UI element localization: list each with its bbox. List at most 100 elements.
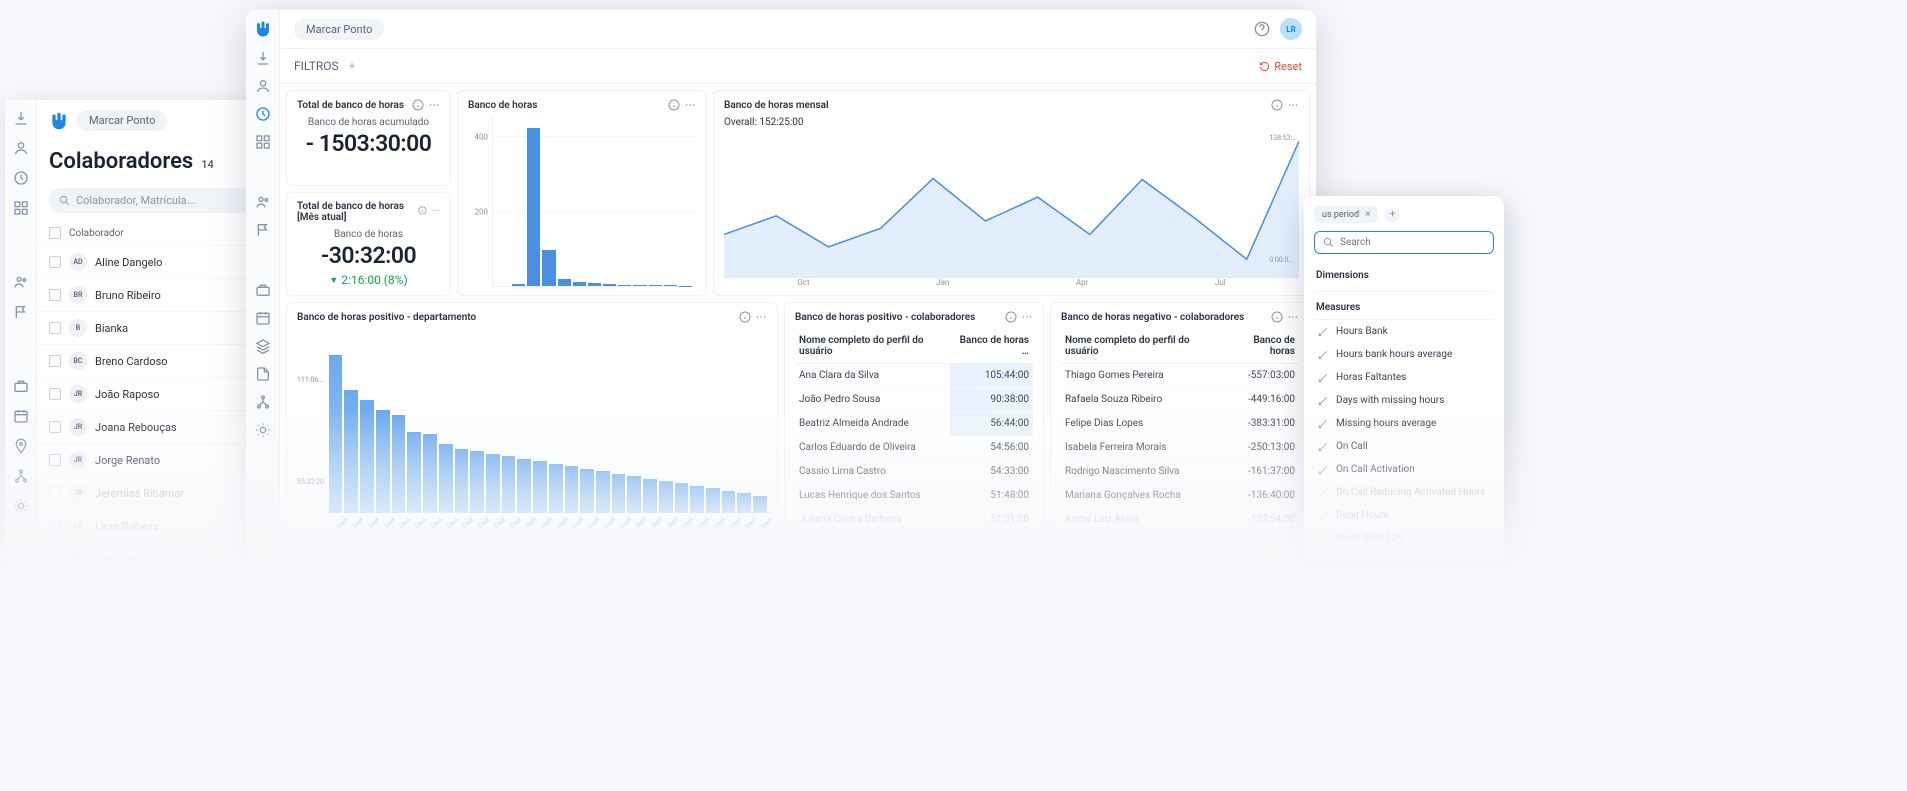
menu-item[interactable]: Horas Faltantes (1314, 366, 1494, 389)
search-input[interactable]: Colaborador, Matrícula... (49, 188, 253, 213)
menu-item[interactable]: On Call Reducing Activated Hours (1314, 481, 1494, 504)
info-icon[interactable] (418, 206, 427, 218)
table-row[interactable]: Ana Clara da Silva105:44:00 (795, 364, 1033, 388)
table-row[interactable]: Isabela Ferreira Morais-250:13:00 (1061, 436, 1299, 460)
user-icon[interactable] (13, 140, 29, 156)
table-row[interactable]: Beatriz Almeida Andrade56:44:00 (795, 412, 1033, 436)
table-row[interactable]: BBianka (37, 311, 265, 344)
calendar-icon[interactable] (255, 310, 271, 326)
table-row[interactable]: BCBreno Cardoso (37, 344, 265, 377)
menu-item[interactable]: Hours Bank (1314, 320, 1494, 343)
table-row[interactable]: Cassio Lima Castro54:33:00 (795, 460, 1033, 484)
table-row[interactable]: Mariana Gonçalves Rocha-136:40:00 (1061, 484, 1299, 508)
add-button[interactable]: + (1384, 207, 1400, 223)
front-sidebar (246, 10, 280, 570)
close-icon[interactable]: × (1365, 209, 1370, 220)
briefcase-icon[interactable] (255, 282, 271, 298)
row-checkbox[interactable] (49, 487, 61, 499)
more-icon[interactable] (1021, 311, 1033, 323)
info-icon[interactable] (1271, 311, 1283, 323)
table-row[interactable]: Carlos Eduardo de Oliveira54:56:00 (795, 436, 1033, 460)
chart-bar (753, 496, 767, 513)
table-row[interactable]: Mateus Araújo Correia48:23:00 (795, 532, 1033, 534)
header-checkbox[interactable] (49, 227, 61, 239)
org-icon[interactable] (255, 394, 271, 410)
table-row[interactable]: Lívia Mendes Duarte-101:47:00 (1061, 532, 1299, 534)
info-icon[interactable] (1005, 311, 1017, 323)
add-filter-icon[interactable] (347, 61, 357, 71)
table-row[interactable]: LSLuis Souza (37, 542, 265, 575)
info-icon[interactable] (1271, 99, 1283, 111)
row-checkbox[interactable] (49, 322, 61, 334)
menu-item[interactable]: On Call (1314, 435, 1494, 458)
row-checkbox[interactable] (49, 256, 61, 268)
table-row[interactable]: LRLiran Rubens (37, 509, 265, 542)
file-icon[interactable] (255, 366, 271, 382)
dropdown-search-input[interactable] (1314, 231, 1494, 254)
table-row[interactable]: JRJoana Rebouças (37, 410, 265, 443)
table-row[interactable]: Lucas Henrique dos Santos51:48:00 (795, 484, 1033, 508)
table-row[interactable]: JRJeremias Ribamar (37, 476, 265, 509)
table-row[interactable]: André Luiz Alves-102:54:00 (1061, 508, 1299, 532)
more-icon[interactable] (431, 206, 440, 218)
info-icon[interactable] (739, 311, 751, 323)
table-row[interactable]: Rafaela Souza Ribeiro-449:16:00 (1061, 388, 1299, 412)
table-row[interactable]: Felipe Dias Lopes-383:31:00 (1061, 412, 1299, 436)
menu-item[interactable]: Hours bank hours average (1314, 343, 1494, 366)
more-icon[interactable] (755, 311, 767, 323)
sun-icon[interactable] (255, 422, 271, 438)
sun-icon[interactable] (13, 498, 29, 514)
table-row[interactable]: Rodrigo Nascimento Silva-161:37:00 (1061, 460, 1299, 484)
row-checkbox[interactable] (49, 520, 61, 532)
clock-icon[interactable] (13, 170, 29, 186)
table-row[interactable]: BRBruno Ribeiro (37, 278, 265, 311)
flag-icon[interactable] (255, 222, 271, 238)
info-icon[interactable] (668, 99, 680, 111)
more-icon[interactable] (428, 99, 440, 111)
kpi-banco-horas-mes: Total de banco de horas [Mês atual] Banc… (286, 192, 451, 296)
user-icon[interactable] (255, 78, 271, 94)
chart-bar (722, 491, 736, 513)
menu-item[interactable]: Missing hours average (1314, 412, 1494, 435)
marcar-ponto-pill[interactable]: Marcar Ponto (294, 19, 384, 40)
people-icon[interactable] (13, 274, 29, 290)
calendar-icon[interactable] (13, 408, 29, 424)
more-icon[interactable] (684, 99, 696, 111)
filter-chip[interactable]: us period × (1314, 206, 1378, 223)
row-checkbox[interactable] (49, 553, 61, 565)
flag-icon[interactable] (13, 304, 29, 320)
row-checkbox[interactable] (49, 421, 61, 433)
table-row[interactable]: ADAline Dangelo (37, 245, 265, 278)
help-icon[interactable] (1254, 21, 1270, 37)
org-icon[interactable] (13, 468, 29, 484)
people-icon[interactable] (255, 194, 271, 210)
reset-button[interactable]: Reset (1259, 60, 1302, 73)
grid-icon[interactable] (13, 200, 29, 216)
more-icon[interactable] (1287, 99, 1299, 111)
info-icon[interactable] (412, 99, 424, 111)
row-checkbox[interactable] (49, 355, 61, 367)
menu-item[interactable]: On Call Activation (1314, 458, 1494, 481)
table-row[interactable]: JRJorge Renato (37, 443, 265, 476)
row-checkbox[interactable] (49, 289, 61, 301)
import-icon[interactable] (13, 110, 29, 126)
menu-item[interactable]: Debit Hours (1314, 504, 1494, 527)
more-icon[interactable] (1287, 311, 1299, 323)
grid-icon[interactable] (255, 134, 271, 150)
table-header: Colaborador (37, 221, 265, 245)
table-row[interactable]: JRJoão Raposo (37, 377, 265, 410)
menu-item[interactable]: Days with missing hours (1314, 389, 1494, 412)
import-icon[interactable] (255, 50, 271, 66)
marcar-ponto-pill[interactable]: Marcar Ponto (77, 110, 167, 131)
table-row[interactable]: João Pedro Sousa90:38:00 (795, 388, 1033, 412)
layers-icon[interactable] (255, 338, 271, 354)
menu-item[interactable]: Night Shift 20% (1314, 527, 1494, 550)
table-row[interactable]: Thiago Gomes Pereira-557:03:00 (1061, 364, 1299, 388)
row-checkbox[interactable] (49, 388, 61, 400)
briefcase-icon[interactable] (13, 378, 29, 394)
table-row[interactable]: Juliana Cunha Barbosa51:31:00 (795, 508, 1033, 532)
row-checkbox[interactable] (49, 454, 61, 466)
pin-icon[interactable] (13, 438, 29, 454)
clock-icon[interactable] (255, 106, 271, 122)
user-avatar[interactable]: LR (1280, 18, 1302, 40)
